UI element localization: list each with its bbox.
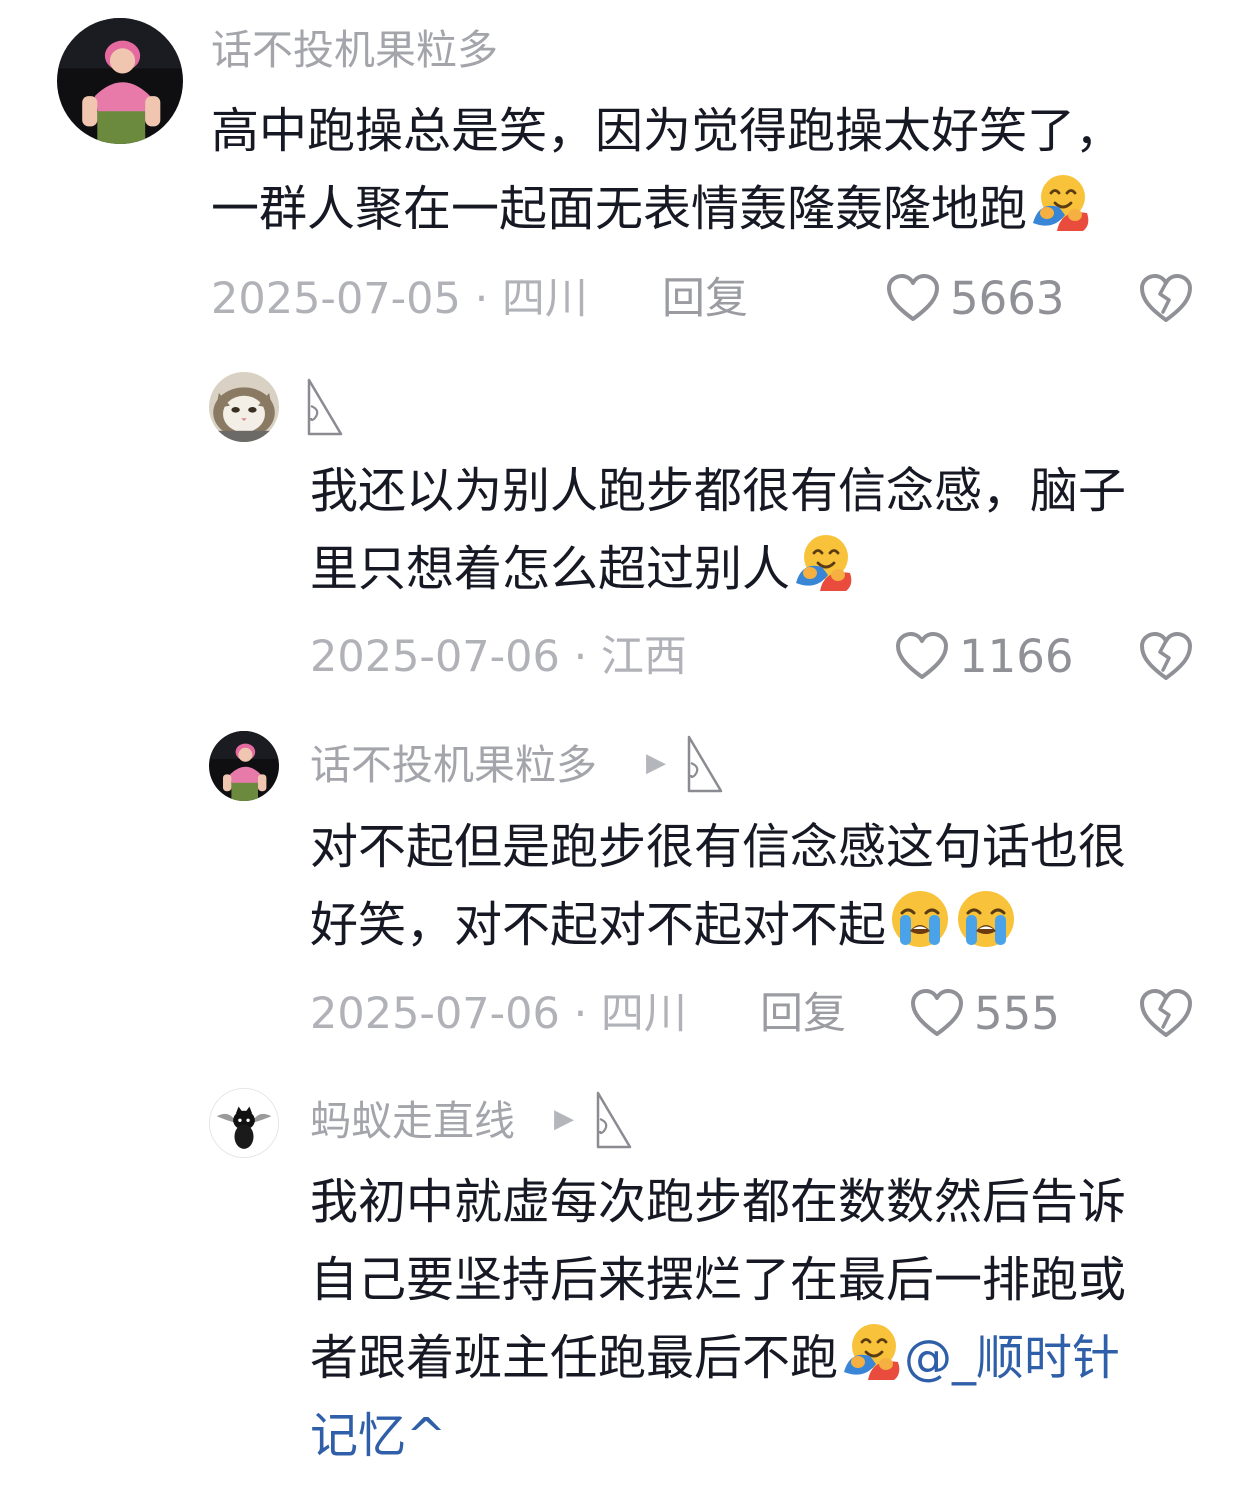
comment-text: 对不起但是跑步很有信念感这句话也很 好笑，对不起对不起对不起: [310, 808, 1126, 964]
like-button[interactable]: 555: [910, 988, 1060, 1038]
comment-meta: 2025-07-06 · 四川: [310, 993, 687, 1036]
hugging-face-emoji-icon: [840, 1320, 904, 1384]
dislike-button[interactable]: [1138, 987, 1194, 1039]
user-badge-icon: [305, 376, 345, 438]
like-count: 1166: [959, 629, 1074, 683]
reply-to-arrow-icon: ▶: [646, 748, 666, 778]
comment-location: 四川: [600, 989, 687, 1039]
comment-line: 自己要坚持后来摆烂了在最后一排跑或: [310, 1252, 1127, 1308]
comment-line: 高中跑操总是笑，因为觉得跑操太好笑了，: [211, 103, 1124, 159]
broken-heart-icon: [1138, 630, 1194, 682]
like-button[interactable]: 5663: [886, 273, 1065, 323]
like-count: 5663: [950, 271, 1065, 325]
reply-button[interactable]: 回复: [662, 278, 748, 321]
user-avatar-image: [209, 731, 279, 801]
username[interactable]: 话不投机果粒多: [310, 745, 597, 786]
separator: ·: [559, 632, 601, 682]
separator: ·: [559, 989, 601, 1039]
dislike-button[interactable]: [1138, 630, 1194, 682]
avatar[interactable]: [209, 731, 279, 801]
user-badge-icon: [594, 1089, 634, 1151]
comment-meta: 2025-07-05 · 四川: [211, 278, 588, 321]
hugging-face-emoji-icon: [792, 531, 856, 595]
comment-text: 高中跑操总是笑，因为觉得跑操太好笑了， 一群人聚在一起面无表情轰隆轰隆地跑: [211, 92, 1123, 248]
avatar[interactable]: [209, 1088, 279, 1158]
comment-line: 对不起但是跑步很有信念感这句话也很: [310, 819, 1127, 875]
username[interactable]: 话不投机果粒多: [211, 30, 498, 71]
comment-line: 里只想着怎么超过别人: [310, 530, 1126, 608]
comment-line: 我初中就虚每次跑步都在数数然后告诉: [310, 1174, 1127, 1230]
hugging-face-emoji-icon: [1029, 171, 1093, 235]
user-avatar-image: [57, 18, 183, 144]
comment-line: 记忆^: [310, 1397, 1126, 1475]
comment-location: 江西: [600, 632, 687, 682]
avatar[interactable]: [57, 18, 183, 144]
like-count: 555: [974, 986, 1060, 1040]
heart-icon: [895, 631, 949, 681]
comment-date: 2025-07-05: [211, 274, 461, 324]
comment-text: 我还以为别人跑步都很有信念感，脑子 里只想着怎么超过别人: [310, 452, 1126, 608]
avatar[interactable]: [209, 372, 279, 442]
crying-face-emoji-icon: [888, 887, 952, 951]
username[interactable]: 蚂蚁走直线: [310, 1101, 515, 1142]
comment-line: 一群人聚在一起面无表情轰隆轰隆地跑: [211, 170, 1123, 248]
comment-location: 四川: [501, 274, 588, 324]
comment-meta: 2025-07-06 · 江西: [310, 636, 687, 679]
user-avatar-image: [209, 372, 279, 442]
dislike-button[interactable]: [1138, 272, 1194, 324]
like-button[interactable]: 1166: [895, 631, 1074, 681]
comment-line: 我还以为别人跑步都很有信念感，脑子: [310, 463, 1127, 519]
comment-line: 者跟着班主任跑最后不跑 @_顺时针: [310, 1319, 1126, 1397]
reply-button[interactable]: 回复: [760, 993, 846, 1036]
comment-text: 我初中就虚每次跑步都在数数然后告诉 自己要坚持后来摆烂了在最后一排跑或 者跟着班…: [310, 1163, 1126, 1475]
heart-icon: [910, 988, 964, 1038]
user-avatar-image: [210, 1089, 278, 1157]
broken-heart-icon: [1138, 272, 1194, 324]
mention-link[interactable]: @_顺时针: [904, 1330, 1120, 1386]
separator: ·: [460, 274, 502, 324]
comment-date: 2025-07-06: [310, 989, 560, 1039]
reply-to-arrow-icon: ▶: [554, 1104, 574, 1134]
mention-link-continued[interactable]: 记忆^: [310, 1408, 446, 1464]
comment-line: 好笑，对不起对不起对不起: [310, 886, 1126, 964]
crying-face-emoji-icon: [954, 887, 1018, 951]
broken-heart-icon: [1138, 987, 1194, 1039]
comment-date: 2025-07-06: [310, 632, 560, 682]
user-badge-icon: [685, 733, 725, 795]
heart-icon: [886, 273, 940, 323]
